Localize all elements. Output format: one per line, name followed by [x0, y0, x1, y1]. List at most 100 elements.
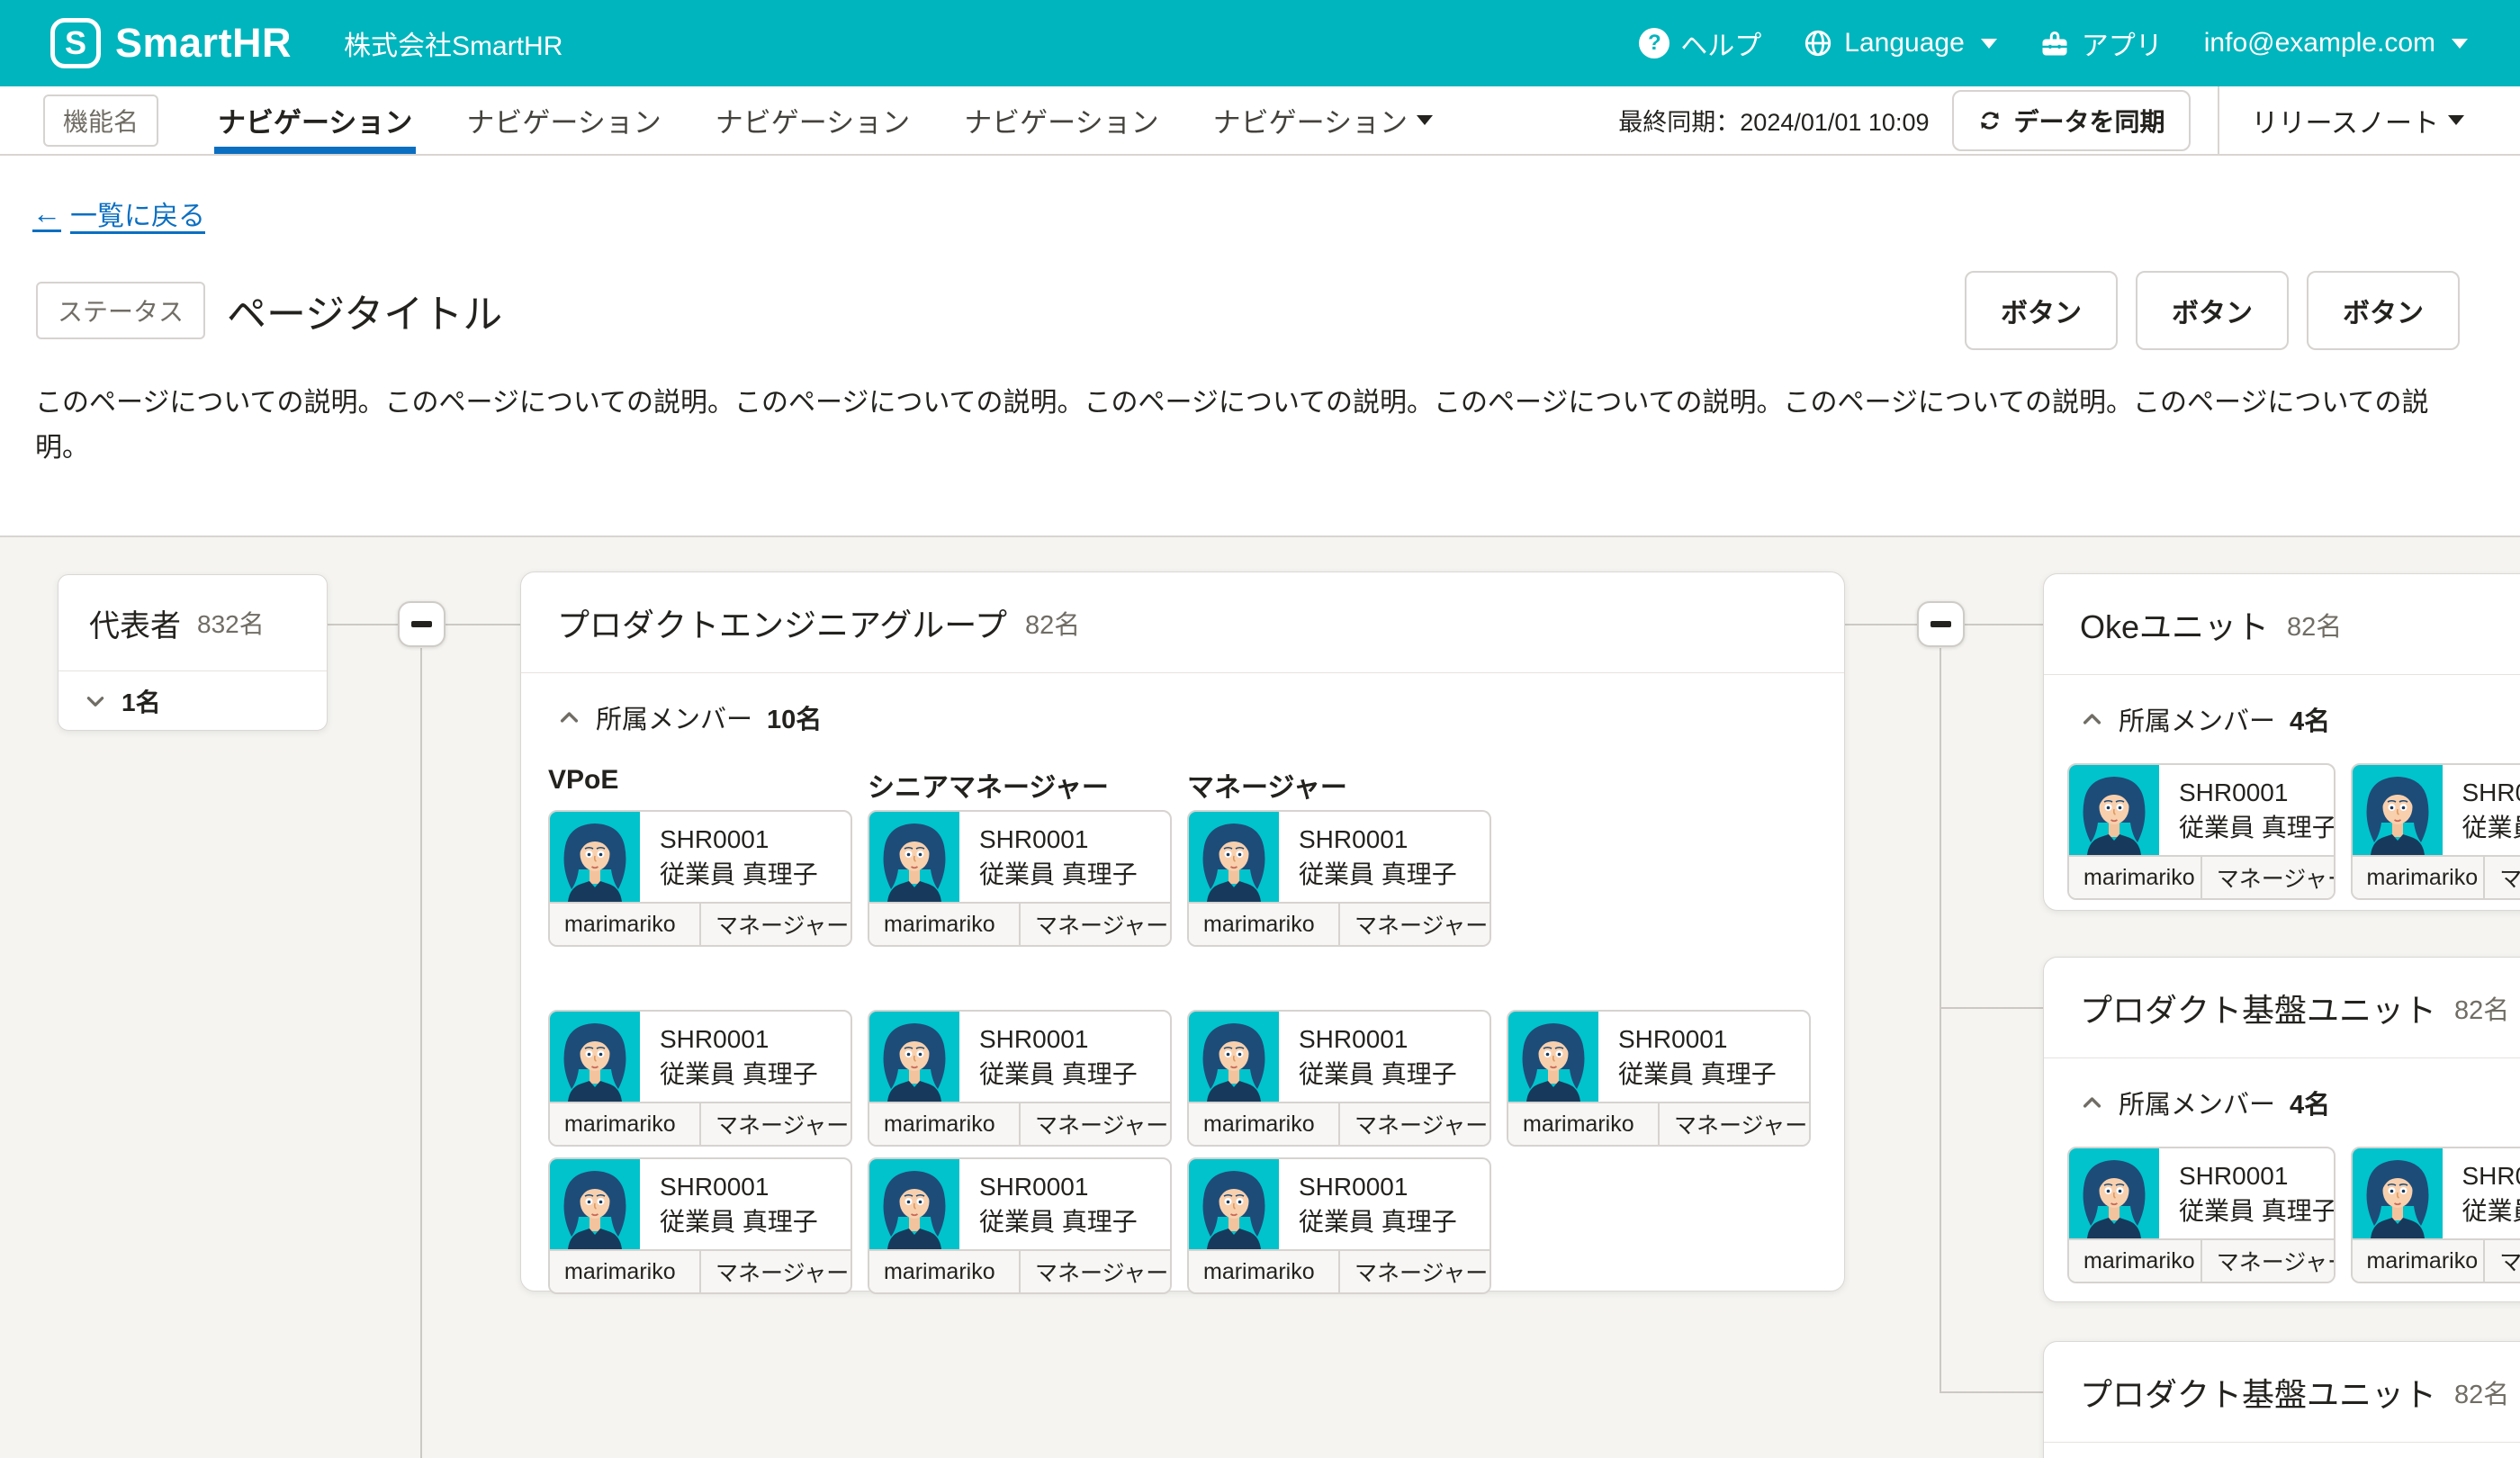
unit-member-count: 82名	[2287, 606, 2342, 644]
root-card-count: 832名	[197, 605, 265, 641]
org-node-oke-unit: Okeユニット 82名 所属メンバー 4名	[2043, 573, 2520, 911]
employee-avatar	[869, 1012, 959, 1102]
chevron-down-icon	[2448, 115, 2464, 125]
employee-name: 従業員 真理子	[660, 857, 818, 892]
unit-card-header: プロダクト基盤ユニット 82名	[2044, 958, 2520, 1058]
employee-card[interactable]: SHR0001 従業員 真理子 marimariko マネージャー	[2351, 1147, 2520, 1283]
employee-username: marimariko	[550, 904, 701, 945]
employee-card[interactable]: SHR0001 従業員 真理子 marimariko マネージャー	[1187, 1157, 1491, 1294]
employee-card[interactable]: SHR0001 従業員 真理子 marimariko マネージャー	[548, 1157, 852, 1294]
employee-card-footer: marimariko マネージャー	[869, 902, 1170, 945]
employee-role: マネージャー	[1021, 1103, 1170, 1145]
nav-tab-1[interactable]: ナビゲーション	[191, 86, 439, 154]
employee-avatar	[550, 1012, 640, 1102]
nav-tab-3[interactable]: ナビゲーション	[688, 86, 937, 154]
employee-name: 従業員 真理子	[1618, 1057, 1777, 1092]
employee-card-top: SHR0001 従業員 真理子	[2069, 765, 2334, 855]
root-card-expand-toggle[interactable]: 1名	[58, 671, 327, 730]
connector-line	[446, 624, 520, 626]
employee-card-top: SHR0001 従業員 真理子	[1508, 1012, 1809, 1102]
org-node-root: 代表者 832名 1名	[58, 574, 328, 731]
back-arrow-icon: ←	[32, 197, 61, 230]
employee-card[interactable]: SHR0001 従業員 真理子 marimariko マネージャー	[1187, 1010, 1491, 1147]
chevron-up-icon	[2080, 707, 2104, 732]
connector-line	[420, 648, 422, 1458]
employee-name: 従業員 真理子	[2462, 810, 2520, 845]
employee-card-top: SHR0001 従業員 真理子	[869, 812, 1170, 902]
employee-avatar	[1189, 812, 1279, 902]
collapse-node-button[interactable]	[1917, 601, 1965, 647]
action-button-3[interactable]: ボタン	[2307, 271, 2460, 350]
employee-code: SHR0001	[660, 822, 818, 857]
action-button-2[interactable]: ボタン	[2136, 271, 2289, 350]
employee-card[interactable]: SHR0001 従業員 真理子 marimariko マネージャー	[2351, 763, 2520, 900]
employee-username: marimariko	[1189, 1103, 1340, 1145]
employee-name: 従業員 真理子	[979, 857, 1138, 892]
employee-info: SHR0001 従業員 真理子	[2443, 765, 2520, 855]
employee-card[interactable]: SHR0001 従業員 真理子 marimariko マネージャー	[868, 810, 1172, 947]
employee-card-footer: marimariko マネージャー	[1189, 902, 1490, 945]
smarthr-logo[interactable]: S SmartHR	[50, 18, 292, 68]
nav-tab-2[interactable]: ナビゲーション	[439, 86, 688, 154]
back-to-list-link[interactable]: ← 一覧に戻る	[32, 194, 205, 233]
release-notes-dropdown[interactable]: リリースノート	[2219, 101, 2485, 140]
nav-tab-4[interactable]: ナビゲーション	[937, 86, 1185, 154]
employee-info: SHR0001 従業員 真理子	[2159, 765, 2336, 855]
account-menu-item[interactable]: info@example.com	[2204, 28, 2468, 58]
chevron-down-icon	[84, 689, 107, 713]
members-section-toggle[interactable]: 所属メンバー 4名	[2080, 700, 2520, 738]
sync-data-button[interactable]: データを同期	[1952, 90, 2190, 151]
employee-code: SHR0001	[1299, 1022, 1457, 1057]
member-row: SHR0001 従業員 真理子 marimariko マネージャー	[2067, 1147, 2520, 1283]
collapse-node-button[interactable]	[398, 601, 446, 647]
employee-card-footer: marimariko マネージャー	[2069, 1238, 2334, 1282]
employee-role: マネージャー	[2202, 1240, 2334, 1282]
employee-info: SHR0001 従業員 真理子	[959, 812, 1138, 902]
employee-username: marimariko	[2353, 857, 2486, 898]
employee-card-footer: marimariko マネージャー	[2353, 855, 2520, 898]
employee-card[interactable]: SHR0001 従業員 真理子 marimariko マネージャー	[2067, 1147, 2336, 1283]
members-label: 所属メンバー	[2119, 1084, 2275, 1121]
employee-info: SHR0001 従業員 真理子	[1279, 812, 1457, 902]
member-row: SHR0001 従業員 真理子 marimariko マネージャー	[2067, 763, 2520, 900]
employee-code: SHR0001	[1299, 1169, 1457, 1204]
employee-card[interactable]: SHR0001 従業員 真理子 marimariko マネージャー	[548, 810, 852, 947]
employee-username: marimariko	[869, 1251, 1021, 1292]
help-menu-item[interactable]: ? ヘルプ	[1639, 23, 1761, 63]
action-button-1[interactable]: ボタン	[1965, 271, 2118, 350]
minus-icon	[411, 621, 432, 627]
employee-card-footer: marimariko マネージャー	[1189, 1102, 1490, 1145]
employee-name: 従業員 真理子	[979, 1057, 1138, 1092]
members-section-toggle[interactable]: 所属メンバー 4名	[2080, 1084, 2520, 1121]
employee-card[interactable]: SHR0001 従業員 真理子 marimariko マネージャー	[868, 1157, 1172, 1294]
employee-card[interactable]: SHR0001 従業員 真理子 marimariko マネージャー	[548, 1010, 852, 1147]
employee-avatar	[869, 812, 959, 902]
group-card-header: プロダクトエンジニアグループ 82名	[521, 572, 1844, 673]
employee-role: マネージャー	[2485, 857, 2520, 898]
employee-card-top: SHR0001 従業員 真理子	[550, 1012, 850, 1102]
employee-card[interactable]: SHR0001 従業員 真理子 marimariko マネージャー	[868, 1010, 1172, 1147]
employee-card[interactable]: SHR0001 従業員 真理子 marimariko マネージャー	[1507, 1010, 1811, 1147]
employee-code: SHR0001	[1299, 822, 1457, 857]
employee-username: marimariko	[1508, 1103, 1660, 1145]
employee-role: マネージャー	[1021, 904, 1170, 945]
members-section-toggle[interactable]: 所属メンバー 10名	[557, 698, 1808, 736]
apps-menu-item[interactable]: アプリ	[2038, 23, 2163, 63]
member-row-1: SHR0001 従業員 真理子 marimariko マネージャー	[548, 810, 1844, 947]
refresh-icon	[1977, 108, 2002, 133]
employee-card-top: SHR0001 従業員 真理子	[2353, 765, 2520, 855]
employee-role: マネージャー	[1340, 1103, 1490, 1145]
language-menu-item[interactable]: Language	[1803, 28, 1996, 58]
employee-card[interactable]: SHR0001 従業員 真理子 marimariko マネージャー	[1187, 810, 1491, 947]
employee-name: 従業員 真理子	[660, 1204, 818, 1239]
org-chart-canvas[interactable]: 代表者 832名 1名 プロダクトエンジニアグループ 82名 所属メンバー	[0, 537, 2520, 1458]
employee-card[interactable]: SHR0001 従業員 真理子 marimariko マネージャー	[2067, 763, 2336, 900]
status-badge: ステータス	[36, 282, 205, 339]
unit-card-header: プロダクト基盤ユニット 82名	[2044, 1342, 2520, 1443]
nav-tab-5-dropdown[interactable]: ナビゲーション	[1186, 86, 1460, 154]
role-label-vpoe: VPoE	[548, 765, 852, 805]
employee-info: SHR0001 従業員 真理子	[640, 812, 818, 902]
unit-title: Okeユニット	[2080, 601, 2269, 648]
root-card-title: 代表者	[89, 601, 181, 645]
employee-info: SHR0001 従業員 真理子	[640, 1012, 818, 1102]
